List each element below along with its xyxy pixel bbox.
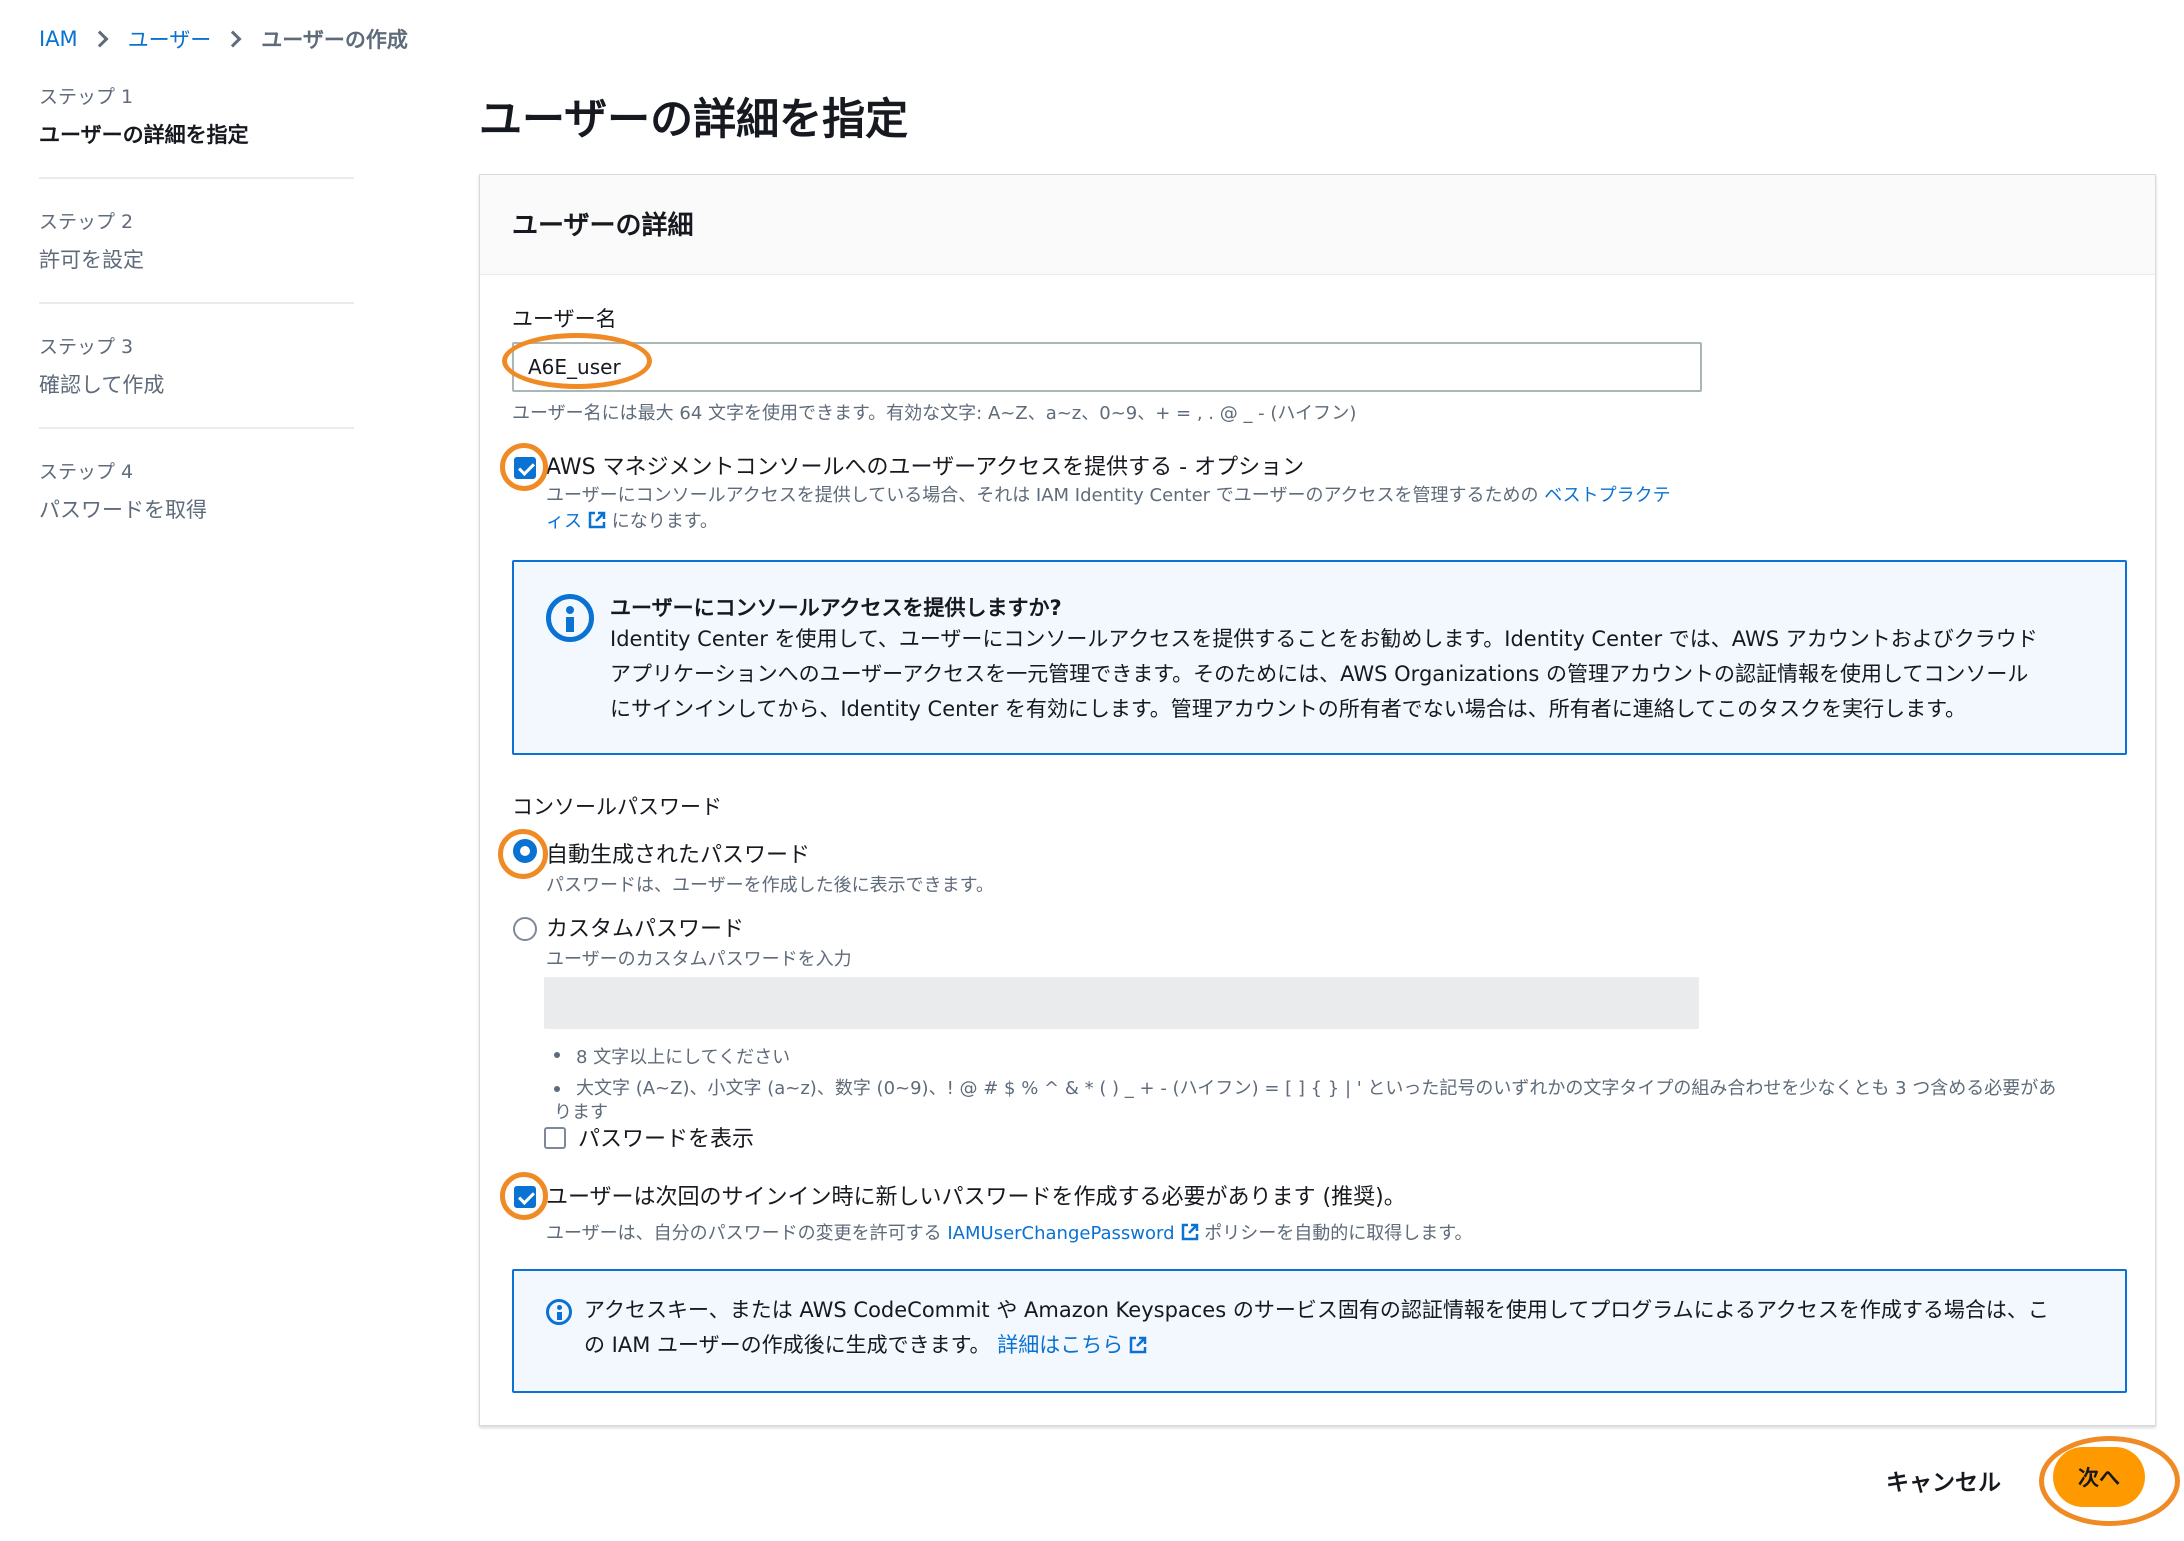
- cancel-button[interactable]: キャンセル: [1886, 1463, 2001, 1497]
- auto-password-description: パスワードは、ユーザーを作成した後に表示できます。: [546, 875, 994, 896]
- console-access-description: ユーザーにコンソールアクセスを提供している場合、それは IAM Identity…: [546, 483, 1736, 535]
- show-password-checkbox[interactable]: [544, 1127, 566, 1149]
- access-key-info-box: アクセスキー、または AWS CodeCommit や Amazon Keysp…: [512, 1269, 2127, 1393]
- step-1: ステップ 1 ユーザーの詳細を指定: [39, 82, 354, 179]
- password-rule-text-cont: ります: [554, 1102, 608, 1123]
- next-button[interactable]: 次へ: [2053, 1447, 2145, 1507]
- bullet-dot: [554, 1052, 560, 1058]
- username-label: ユーザー名: [512, 307, 617, 331]
- user-details-panel: ユーザーの詳細 ユーザー名 ユーザー名には最大 64 文字を使用できます。有効な…: [479, 174, 2156, 1426]
- iam-user-change-password-link[interactable]: IAMUserChangePassword: [947, 1223, 1174, 1244]
- breadcrumb-iam-link[interactable]: IAM: [39, 27, 78, 51]
- chevron-right-icon: [224, 30, 242, 48]
- info-line: にサインインしてから、Identity Center を有効にします。管理アカウ…: [610, 697, 1967, 721]
- show-password-label: パスワードを表示: [578, 1127, 755, 1152]
- best-practices-link-cont[interactable]: ィス: [546, 511, 582, 532]
- console-access-label: AWS マネジメントコンソールへのユーザーアクセスを提供する - オプション: [546, 455, 1305, 480]
- step-number: ステップ 3: [39, 336, 134, 358]
- step-4: ステップ 4 パスワードを取得: [39, 457, 354, 552]
- step-title: 許可を設定: [39, 248, 144, 272]
- info-line: の IAM ユーザーの作成後に生成できます。 詳細はこちら: [584, 1328, 2049, 1363]
- custom-password-label: カスタムパスワード: [546, 917, 745, 942]
- info-icon: [546, 594, 594, 642]
- step-number: ステップ 1: [39, 86, 134, 108]
- require-reset-desc-text: ユーザーは、自分のパスワードの変更を許可する: [546, 1223, 942, 1244]
- console-password-label: コンソールパスワード: [512, 795, 722, 819]
- info-line: Identity Center を使用して、ユーザーにコンソールアクセスを提供す…: [610, 627, 2038, 651]
- step-title: ユーザーの詳細を指定: [39, 123, 249, 147]
- password-rule-1: 8 文字以上にしてください: [554, 1043, 791, 1069]
- info-title: ユーザーにコンソールアクセスを提供しますか?: [610, 596, 1062, 620]
- step-title: 確認して作成: [39, 373, 165, 397]
- learn-more-link[interactable]: 詳細はこちら: [997, 1333, 1123, 1357]
- step-title: パスワードを取得: [39, 498, 207, 522]
- breadcrumb: IAM ユーザー ユーザーの作成: [39, 24, 408, 54]
- page-title: ユーザーの詳細を指定: [479, 95, 909, 145]
- step-3: ステップ 3 確認して作成: [39, 332, 354, 429]
- require-reset-description: ユーザーは、自分のパスワードの変更を許可する IAMUserChangePass…: [546, 1219, 1472, 1245]
- custom-password-description: ユーザーのカスタムパスワードを入力: [546, 949, 852, 970]
- panel-header: ユーザーの詳細: [480, 175, 2155, 275]
- info-line-text: の IAM ユーザーの作成後に生成できます。: [584, 1333, 991, 1357]
- password-rule-text: 8 文字以上にしてください: [576, 1047, 791, 1068]
- bullet-dot: [554, 1086, 560, 1092]
- username-input[interactable]: [512, 342, 1702, 392]
- info-text: Identity Center を使用して、ユーザーにコンソールアクセスを提供す…: [610, 622, 2038, 727]
- auto-password-radio[interactable]: [513, 839, 537, 863]
- password-rule-2: 大文字 (A~Z)、小文字 (a~z)、数字 (0~9)、! @ # $ % ^…: [554, 1077, 2116, 1125]
- require-reset-label: ユーザーは次回のサインイン時に新しいパスワードを作成する必要があります (推奨)…: [546, 1185, 1406, 1210]
- console-access-info-box: ユーザーにコンソールアクセスを提供しますか? Identity Center を…: [512, 560, 2127, 755]
- info-text: アクセスキー、または AWS CodeCommit や Amazon Keysp…: [584, 1293, 2049, 1363]
- info-line: アクセスキー、または AWS CodeCommit や Amazon Keysp…: [584, 1298, 2049, 1322]
- breadcrumb-users-link[interactable]: ユーザー: [128, 24, 212, 54]
- password-rule-text: 大文字 (A~Z)、小文字 (a~z)、数字 (0~9)、! @ # $ % ^…: [576, 1078, 2057, 1099]
- best-practices-link[interactable]: ベストプラクテ: [1544, 485, 1670, 506]
- step-number: ステップ 2: [39, 211, 134, 233]
- external-link-icon: [588, 511, 606, 529]
- chevron-right-icon: [91, 30, 109, 48]
- custom-password-radio[interactable]: [513, 917, 537, 941]
- require-reset-desc-end: ポリシーを自動的に取得します。: [1204, 1223, 1473, 1244]
- require-reset-checkbox[interactable]: [514, 1186, 536, 1208]
- breadcrumb-current: ユーザーの作成: [261, 28, 408, 52]
- console-access-checkbox[interactable]: [514, 457, 536, 479]
- wizard-steps: ステップ 1 ユーザーの詳細を指定 ステップ 2 許可を設定 ステップ 3 確認…: [39, 82, 354, 580]
- info-icon: [546, 1299, 572, 1325]
- external-link-icon: [1181, 1223, 1198, 1241]
- console-access-desc-end: になります。: [611, 511, 718, 532]
- step-2: ステップ 2 許可を設定: [39, 207, 354, 304]
- external-link-icon: [1129, 1336, 1147, 1354]
- custom-password-input[interactable]: [544, 977, 1699, 1029]
- step-number: ステップ 4: [39, 461, 134, 483]
- console-access-desc-text: ユーザーにコンソールアクセスを提供している場合、それは IAM Identity…: [546, 485, 1539, 506]
- username-hint: ユーザー名には最大 64 文字を使用できます。有効な文字: A~Z、a~z、0~…: [512, 403, 1357, 424]
- info-line: アプリケーションへのユーザーアクセスを一元管理できます。そのためには、AWS O…: [610, 662, 2029, 686]
- auto-password-label: 自動生成されたパスワード: [546, 843, 811, 868]
